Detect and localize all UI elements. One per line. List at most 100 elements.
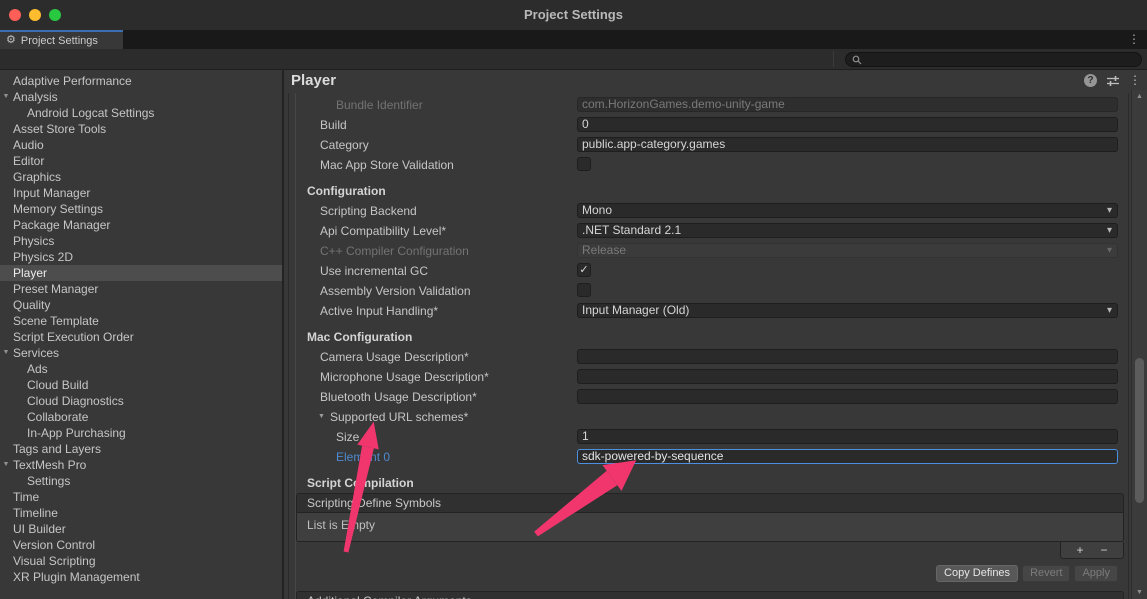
checkbox[interactable]: ✓ bbox=[577, 263, 591, 277]
text-field[interactable]: public.app-category.games bbox=[577, 137, 1118, 152]
field-label: C++ Compiler Configuration bbox=[320, 244, 469, 258]
dropdown-field[interactable]: .NET Standard 2.1▾ bbox=[577, 223, 1118, 238]
sidebar-item-label: Ads bbox=[27, 362, 48, 376]
sidebar-item-xr-plugin-management[interactable]: XR Plugin Management bbox=[0, 569, 282, 585]
section-header-row: Script Compilation bbox=[284, 473, 1131, 493]
sidebar-item-collaborate[interactable]: Collaborate bbox=[0, 409, 282, 425]
sidebar-item-tags-and-layers[interactable]: Tags and Layers bbox=[0, 441, 282, 457]
sidebar-item-in-app-purchasing[interactable]: In-App Purchasing bbox=[0, 425, 282, 441]
text-field[interactable]: 1 bbox=[577, 429, 1118, 444]
text-field[interactable] bbox=[577, 349, 1118, 364]
gear-icon: ⚙ bbox=[6, 35, 16, 46]
sidebar-item-timeline[interactable]: Timeline bbox=[0, 505, 282, 521]
sidebar-item-memory-settings[interactable]: Memory Settings bbox=[0, 201, 282, 217]
sidebar-item-label: Cloud Build bbox=[27, 378, 88, 392]
sidebar-item-label: Script Execution Order bbox=[13, 330, 134, 344]
scroll-down-arrow-icon[interactable]: ▼ bbox=[1132, 589, 1147, 596]
sidebar-item-player[interactable]: Player bbox=[0, 265, 282, 281]
sidebar-item-script-execution-order[interactable]: Script Execution Order bbox=[0, 329, 282, 345]
dropdown-field[interactable]: Input Manager (Old)▾ bbox=[577, 303, 1118, 318]
settings-row: Size1 bbox=[284, 427, 1131, 447]
sidebar-item-label: Services bbox=[13, 346, 59, 360]
sidebar-item-android-logcat-settings[interactable]: Android Logcat Settings bbox=[0, 105, 282, 121]
text-field[interactable] bbox=[577, 389, 1118, 404]
settings-row: Assembly Version Validation bbox=[284, 281, 1131, 301]
text-field[interactable]: 0 bbox=[577, 117, 1118, 132]
text-field[interactable] bbox=[577, 369, 1118, 384]
help-icon[interactable]: ? bbox=[1084, 74, 1097, 87]
text-field-value: sdk-powered-by-sequence bbox=[582, 449, 723, 463]
list-header: Scripting Define Symbols bbox=[297, 494, 1123, 513]
titlebar: Project Settings bbox=[0, 0, 1147, 30]
sidebar-item-ui-builder[interactable]: UI Builder bbox=[0, 521, 282, 537]
panel-menu-icon[interactable]: ⋮ bbox=[1129, 74, 1141, 87]
scroll-up-arrow-icon[interactable]: ▲ bbox=[1132, 93, 1147, 100]
sidebar-item-services[interactable]: ▼Services bbox=[0, 345, 282, 361]
scrollbar-thumb[interactable] bbox=[1135, 358, 1144, 503]
foldout-label[interactable]: Supported URL schemes* bbox=[330, 410, 468, 424]
text-field: com.HorizonGames.demo-unity-game bbox=[577, 97, 1118, 112]
copy-defines-button[interactable]: Copy Defines bbox=[936, 565, 1018, 582]
sidebar-item-audio[interactable]: Audio bbox=[0, 137, 282, 153]
field-label: Assembly Version Validation bbox=[320, 284, 471, 298]
sidebar-item-scene-template[interactable]: Scene Template bbox=[0, 313, 282, 329]
sidebar-item-adaptive-performance[interactable]: Adaptive Performance bbox=[0, 73, 282, 89]
sidebar-item-asset-store-tools[interactable]: Asset Store Tools bbox=[0, 121, 282, 137]
sidebar-item-label: Android Logcat Settings bbox=[27, 106, 154, 120]
settings-row: Camera Usage Description* bbox=[284, 347, 1131, 367]
sidebar-item-graphics[interactable]: Graphics bbox=[0, 169, 282, 185]
field-label: Bundle Identifier bbox=[336, 98, 423, 112]
expander-triangle-icon[interactable]: ▼ bbox=[1, 457, 11, 473]
sidebar-item-settings[interactable]: Settings bbox=[0, 473, 282, 489]
chevron-down-icon: ▾ bbox=[1107, 244, 1112, 257]
text-field[interactable]: sdk-powered-by-sequence bbox=[577, 449, 1118, 464]
player-settings-scrollview: Bundle Identifier com.HorizonGames.demo-u… bbox=[284, 93, 1131, 599]
sidebar-item-input-manager[interactable]: Input Manager bbox=[0, 185, 282, 201]
expander-triangle-icon[interactable]: ▼ bbox=[1, 89, 11, 105]
tab-bar-menu-icon[interactable]: ⋮ bbox=[1128, 32, 1140, 46]
checkbox[interactable] bbox=[577, 157, 591, 171]
remove-item-button[interactable]: − bbox=[1101, 544, 1108, 557]
vertical-scrollbar: ▲ ▼ bbox=[1131, 90, 1147, 599]
sidebar-item-label: Version Control bbox=[13, 538, 95, 552]
sidebar-item-analysis[interactable]: ▼Analysis bbox=[0, 89, 282, 105]
settings-row: ▼ Supported URL schemes* bbox=[284, 407, 1131, 427]
dropdown-field[interactable]: Mono▾ bbox=[577, 203, 1118, 218]
search-box[interactable] bbox=[845, 52, 1142, 67]
sidebar-item-editor[interactable]: Editor bbox=[0, 153, 282, 169]
sidebar-item-label: Input Manager bbox=[13, 186, 90, 200]
sidebar-item-cloud-build[interactable]: Cloud Build bbox=[0, 377, 282, 393]
sidebar-item-textmesh-pro[interactable]: ▼TextMesh Pro bbox=[0, 457, 282, 473]
settings-row: Build0 bbox=[284, 115, 1131, 135]
sidebar-item-label: UI Builder bbox=[13, 522, 66, 536]
field-label: Mac App Store Validation bbox=[320, 158, 454, 172]
sidebar-item-preset-manager[interactable]: Preset Manager bbox=[0, 281, 282, 297]
presets-icon[interactable] bbox=[1106, 75, 1120, 87]
tab-label: Project Settings bbox=[21, 35, 98, 47]
sidebar-item-physics[interactable]: Physics bbox=[0, 233, 282, 249]
section-header-row: Mac Configuration bbox=[284, 327, 1131, 347]
foldout-triangle-icon[interactable]: ▼ bbox=[318, 413, 325, 420]
sidebar-item-quality[interactable]: Quality bbox=[0, 297, 282, 313]
sidebar-item-version-control[interactable]: Version Control bbox=[0, 537, 282, 553]
sidebar-item-package-manager[interactable]: Package Manager bbox=[0, 217, 282, 233]
sidebar-item-physics-2d[interactable]: Physics 2D bbox=[0, 249, 282, 265]
settings-row: Scripting BackendMono▾ bbox=[284, 201, 1131, 221]
sidebar-item-label: Physics 2D bbox=[13, 250, 73, 264]
toolbar-separator bbox=[833, 51, 834, 67]
dropdown-value: .NET Standard 2.1 bbox=[582, 223, 681, 237]
sidebar-item-visual-scripting[interactable]: Visual Scripting bbox=[0, 553, 282, 569]
search-input[interactable] bbox=[862, 54, 1126, 66]
sidebar-item-ads[interactable]: Ads bbox=[0, 361, 282, 377]
sidebar-item-label: Player bbox=[13, 266, 47, 280]
section-label: Mac Configuration bbox=[307, 330, 412, 344]
sidebar-item-label: Tags and Layers bbox=[13, 442, 101, 456]
sidebar-item-cloud-diagnostics[interactable]: Cloud Diagnostics bbox=[0, 393, 282, 409]
checkbox[interactable] bbox=[577, 283, 591, 297]
tab-project-settings[interactable]: ⚙ Project Settings bbox=[0, 30, 123, 49]
scripting-define-symbols-list: Scripting Define Symbols List is Empty bbox=[296, 493, 1124, 542]
sidebar-item-time[interactable]: Time bbox=[0, 489, 282, 505]
add-item-button[interactable]: + bbox=[1076, 544, 1083, 557]
field-label: Api Compatibility Level* bbox=[320, 224, 446, 238]
expander-triangle-icon[interactable]: ▼ bbox=[1, 345, 11, 361]
